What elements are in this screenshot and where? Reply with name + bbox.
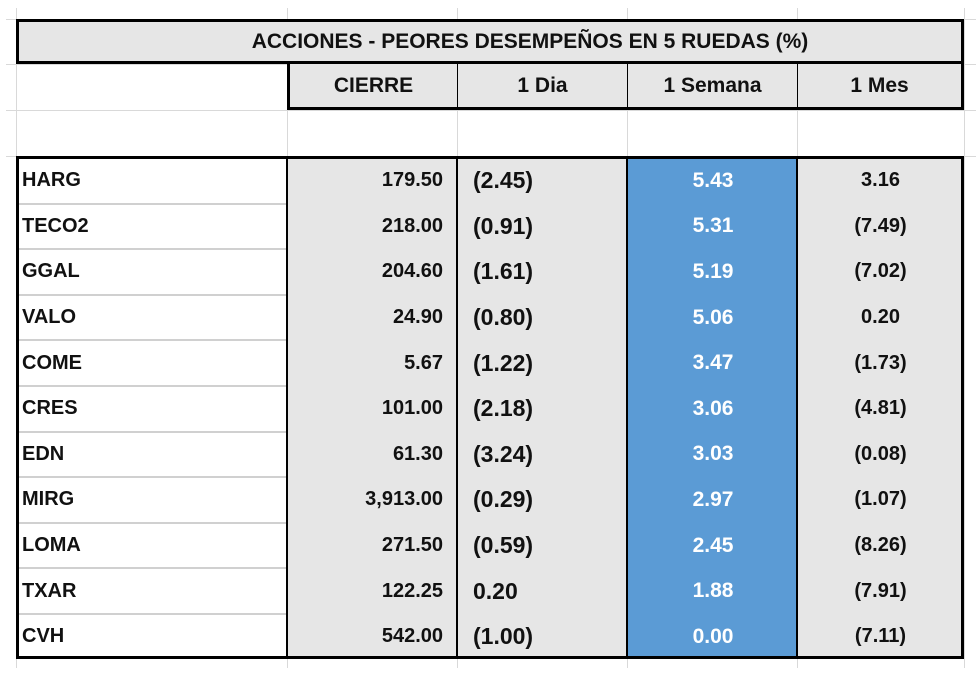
mes-cell: (7.91)	[854, 579, 907, 602]
ticker-cell: COME	[22, 351, 82, 374]
cierre-cell: 24.90	[392, 306, 443, 329]
cierre-cell: 179.50	[381, 169, 443, 192]
mes-cell: (7.49)	[854, 214, 907, 237]
row-divider	[19, 567, 287, 570]
mes-cell: 3.16	[861, 169, 900, 192]
semana-cell: 3.03	[692, 442, 734, 466]
dia-cell: 0.20	[473, 577, 518, 604]
row-divider	[19, 339, 287, 342]
ticker-cell: CVH	[22, 625, 65, 648]
header-cierre: CIERRE	[287, 63, 458, 110]
semana-cell: 1.88	[692, 579, 734, 603]
dia-cell: (0.59)	[473, 532, 534, 559]
cierre-cell: 61.30	[392, 442, 443, 465]
row-divider	[19, 293, 287, 296]
semana-cell: 3.47	[692, 351, 734, 375]
cierre-cell: 122.25	[381, 579, 443, 602]
column-separator	[286, 156, 288, 658]
ticker-cell: VALO	[22, 306, 77, 329]
gridline	[6, 110, 976, 111]
semana-cell: 5.06	[692, 305, 734, 329]
semana-cell: 5.43	[692, 168, 734, 192]
row-divider	[19, 613, 287, 615]
gridline	[16, 8, 17, 668]
dia-cell: (1.61)	[473, 258, 534, 285]
dia-cell: (0.91)	[473, 212, 534, 239]
mes-cell: (7.02)	[854, 260, 907, 283]
mes-cell: (7.11)	[854, 625, 907, 648]
semana-cell: 5.19	[692, 259, 734, 283]
row-divider	[19, 202, 287, 205]
row-divider	[19, 430, 287, 433]
dia-cell: (1.00)	[473, 623, 534, 650]
row-divider	[19, 521, 287, 524]
semana-cell: 3.06	[692, 396, 734, 420]
header-1-mes: 1 Mes	[797, 63, 964, 110]
ticker-cell: GGAL	[22, 260, 80, 283]
cierre-cell: 204.60	[381, 260, 443, 283]
gridline	[964, 8, 965, 668]
cierre-cell: 271.50	[381, 534, 443, 557]
dia-cell: (2.45)	[473, 167, 534, 194]
semana-cell: 0.00	[692, 624, 734, 648]
column-separator	[456, 156, 458, 658]
cierre-cell: 3,913.00	[365, 488, 443, 511]
cierre-cell: 542.00	[381, 625, 443, 648]
table-title: ACCIONES - PEORES DESEMPEÑOS EN 5 RUEDAS…	[16, 19, 964, 64]
cierre-cell: 101.00	[381, 397, 443, 420]
dia-cell: (0.80)	[473, 304, 534, 331]
ticker-cell: LOMA	[22, 534, 81, 557]
column-separator	[626, 156, 628, 658]
cierre-cell: 5.67	[404, 351, 443, 374]
dia-cell: (1.22)	[473, 349, 534, 376]
mes-cell: (8.26)	[854, 534, 907, 557]
ticker-cell: MIRG	[22, 488, 75, 511]
mes-cell: (0.08)	[854, 442, 907, 465]
mes-cell: (4.81)	[854, 397, 907, 420]
column-separator	[796, 156, 798, 658]
ticker-cell: TECO2	[22, 214, 89, 237]
dia-cell: (2.18)	[473, 395, 534, 422]
cierre-cell: 218.00	[381, 214, 443, 237]
mes-cell: 0.20	[861, 306, 900, 329]
ticker-cell: EDN	[22, 442, 65, 465]
header-1-semana: 1 Semana	[627, 63, 798, 110]
semana-cell: 2.97	[692, 487, 734, 511]
ticker-cell: HARG	[22, 169, 81, 192]
dia-cell: (0.29)	[473, 486, 534, 513]
gridline	[6, 156, 976, 157]
ticker-cell: TXAR	[22, 579, 77, 602]
semana-cell: 2.45	[692, 533, 734, 557]
ticker-cell: CRES	[22, 397, 78, 420]
semana-cell: 5.31	[692, 214, 734, 238]
dia-cell: (3.24)	[473, 440, 534, 467]
row-divider	[19, 385, 287, 387]
row-divider	[19, 476, 287, 479]
row-divider	[19, 248, 287, 251]
mes-cell: (1.07)	[854, 488, 907, 511]
mes-cell: (1.73)	[854, 351, 907, 374]
header-1-dia: 1 Dia	[457, 63, 628, 110]
